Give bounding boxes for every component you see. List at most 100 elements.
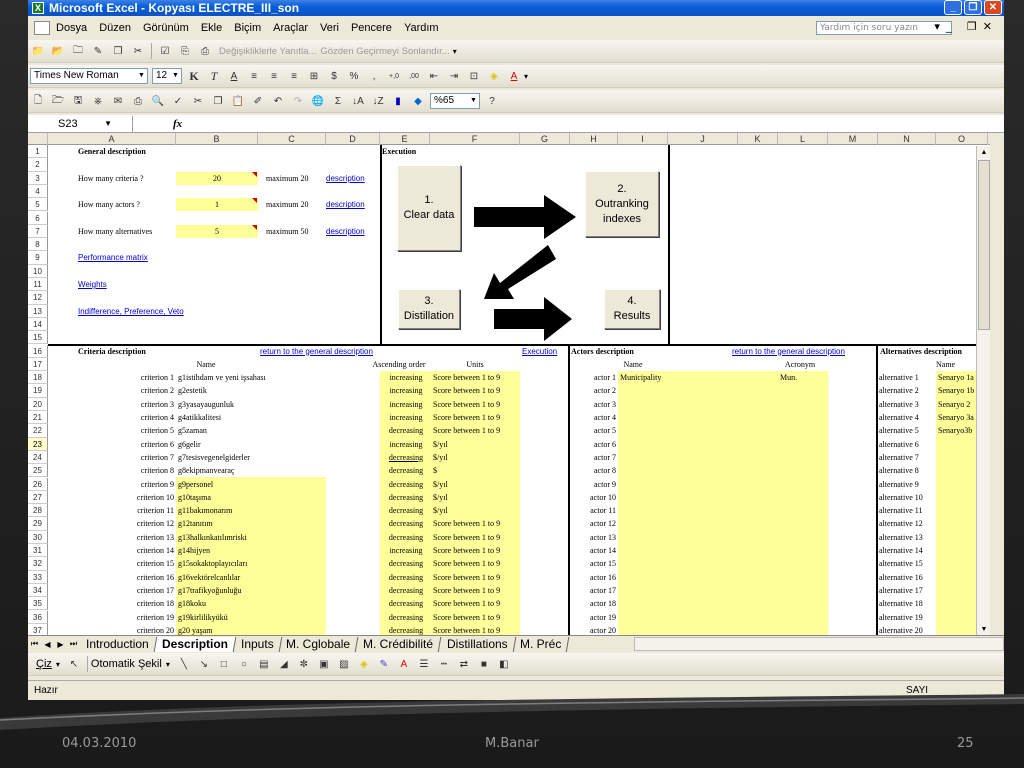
actor-acronym-cell[interactable]: [780, 451, 828, 464]
scroll-thumb[interactable]: [978, 160, 990, 330]
criterion-name-cell[interactable]: g14hijyen: [178, 544, 326, 557]
column-header-c[interactable]: C: [258, 133, 326, 145]
horizontal-scrollbar[interactable]: [634, 637, 1004, 651]
column-header-k[interactable]: K: [738, 133, 778, 145]
criterion-unit-cell[interactable]: $/yıl: [433, 504, 519, 517]
spelling-icon[interactable]: ✓: [170, 94, 186, 109]
sort-ascending-icon[interactable]: ↓A: [350, 94, 366, 109]
criterion-name-cell[interactable]: g12tanıtım: [178, 517, 326, 530]
new-comment-icon[interactable]: 📁: [30, 44, 46, 59]
criterion-unit-cell[interactable]: Score between 1 to 9: [433, 517, 519, 530]
criterion-unit-cell[interactable]: Score between 1 to 9: [433, 557, 519, 570]
menu-araclar[interactable]: Araçlar: [267, 22, 314, 34]
folder-icon[interactable]: 🗀: [70, 44, 86, 59]
row-header-2[interactable]: 2: [28, 158, 48, 172]
save-icon[interactable]: 🖫: [70, 94, 86, 109]
copy-icon[interactable]: ❐: [110, 44, 126, 59]
reply-with-changes-button[interactable]: Değişikliklerle Yanıtla...: [219, 46, 316, 57]
criteria-count-input[interactable]: 20: [176, 172, 258, 185]
menu-gorunum[interactable]: Görünüm: [137, 22, 195, 34]
actor-name-cell[interactable]: [620, 504, 740, 517]
column-header-d[interactable]: D: [326, 133, 380, 145]
close-button[interactable]: ✕: [984, 0, 1002, 15]
row-header-27[interactable]: 27: [28, 490, 48, 505]
criterion-unit-cell[interactable]: Score between 1 to 9: [433, 544, 519, 557]
row-header-26[interactable]: 26: [28, 477, 48, 491]
column-header-l[interactable]: L: [778, 133, 828, 145]
menu-ekle[interactable]: Ekle: [195, 22, 228, 34]
row-header-6[interactable]: 6: [28, 211, 48, 225]
picture-icon[interactable]: ▨: [336, 657, 352, 672]
column-header-i[interactable]: I: [618, 133, 668, 145]
actor-name-cell[interactable]: [620, 424, 740, 437]
row-header-7[interactable]: 7: [28, 224, 48, 239]
criterion-unit-cell[interactable]: Score between 1 to 9: [433, 611, 519, 624]
criterion-order-cell[interactable]: decreasing: [380, 624, 432, 635]
clipart-icon[interactable]: ▣: [316, 657, 332, 672]
prev-sheet-icon[interactable]: ◀: [41, 640, 54, 649]
criterion-name-cell[interactable]: g20 yaşam: [178, 624, 326, 635]
menu-yardim[interactable]: Yardım: [398, 22, 445, 34]
row-header-23[interactable]: 23: [28, 437, 48, 451]
criterion-name-cell[interactable]: g6gelir: [178, 438, 326, 451]
delete-icon[interactable]: ✂: [130, 44, 146, 59]
criterion-name-cell[interactable]: g7tesisvegenelgiderler: [178, 451, 326, 464]
row-header-28[interactable]: 28: [28, 504, 48, 518]
criterion-order-cell[interactable]: decreasing: [380, 451, 432, 464]
print-preview-icon[interactable]: 🔍: [150, 94, 166, 109]
criterion-unit-cell[interactable]: Score between 1 to 9: [433, 531, 519, 544]
row-header-29[interactable]: 29: [28, 517, 48, 531]
actor-name-cell[interactable]: [620, 517, 740, 530]
row-header-15[interactable]: 15: [28, 331, 48, 345]
row-header-35[interactable]: 35: [28, 597, 48, 611]
menu-pencere[interactable]: Pencere: [345, 22, 398, 34]
row-header-14[interactable]: 14: [28, 317, 48, 332]
criterion-unit-cell[interactable]: Score between 1 to 9: [433, 371, 519, 384]
actor-name-cell[interactable]: [620, 398, 740, 411]
criterion-order-cell[interactable]: decreasing: [380, 478, 432, 491]
clear-data-button[interactable]: 1. Clear data: [397, 165, 461, 251]
criterion-unit-cell[interactable]: $: [433, 464, 519, 477]
sheet-tab-m-cglobale[interactable]: M. Cglobale: [279, 636, 359, 652]
toolbar-dropdown-icon[interactable]: ▾: [453, 47, 457, 56]
rectangle-icon[interactable]: □: [216, 657, 232, 672]
actor-acronym-cell[interactable]: [780, 584, 828, 597]
draw-menu[interactable]: Çiz: [36, 658, 52, 670]
copy-icon[interactable]: ❐: [210, 94, 226, 109]
check-icon[interactable]: ☑: [157, 44, 173, 59]
row-header-11[interactable]: 11: [28, 278, 48, 292]
actor-name-cell[interactable]: [620, 491, 740, 504]
criterion-order-cell[interactable]: increasing: [380, 398, 432, 411]
sheet-tab-inputs[interactable]: Inputs: [233, 636, 282, 652]
row-header-24[interactable]: 24: [28, 450, 48, 465]
insert-function-icon[interactable]: fx: [173, 118, 182, 130]
actor-acronym-cell[interactable]: [780, 531, 828, 544]
end-review-button[interactable]: Gözden Geçirmeyi Sonlandır...: [320, 46, 449, 57]
criterion-name-cell[interactable]: g2estetik: [178, 384, 326, 397]
restore-button[interactable]: ❐: [964, 0, 982, 15]
row-header-21[interactable]: 21: [28, 411, 48, 425]
actors-return-link[interactable]: return to the general description: [732, 345, 862, 358]
align-center-icon[interactable]: ≡: [266, 69, 282, 84]
next-sheet-icon[interactable]: ▶: [54, 640, 67, 649]
performance-matrix-link[interactable]: Performance matrix: [78, 251, 178, 264]
menu-bicim[interactable]: Biçim: [228, 22, 267, 34]
criterion-unit-cell[interactable]: $/yıl: [433, 478, 519, 491]
criterion-name-cell[interactable]: g10taşıma: [178, 491, 326, 504]
actor-name-cell[interactable]: [620, 384, 740, 397]
new-icon[interactable]: 🗋: [30, 94, 46, 109]
row-header-17[interactable]: 17: [28, 357, 48, 372]
row-header-30[interactable]: 30: [28, 530, 48, 544]
actor-acronym-cell[interactable]: [780, 557, 828, 570]
criterion-order-cell[interactable]: decreasing: [380, 531, 432, 544]
line-style-icon[interactable]: ☰: [416, 657, 432, 672]
criterion-order-cell[interactable]: increasing: [380, 384, 432, 397]
permission-icon[interactable]: ⎈: [90, 94, 106, 109]
row-header-34[interactable]: 34: [28, 583, 48, 598]
font-size-select[interactable]: 12 ▼: [152, 68, 182, 84]
menu-dosya[interactable]: Dosya: [50, 22, 93, 34]
criterion-unit-cell[interactable]: Score between 1 to 9: [433, 571, 519, 584]
actor-name-cell[interactable]: [620, 624, 740, 635]
criterion-order-cell[interactable]: decreasing: [380, 557, 432, 570]
actor-acronym-cell[interactable]: [780, 384, 828, 397]
